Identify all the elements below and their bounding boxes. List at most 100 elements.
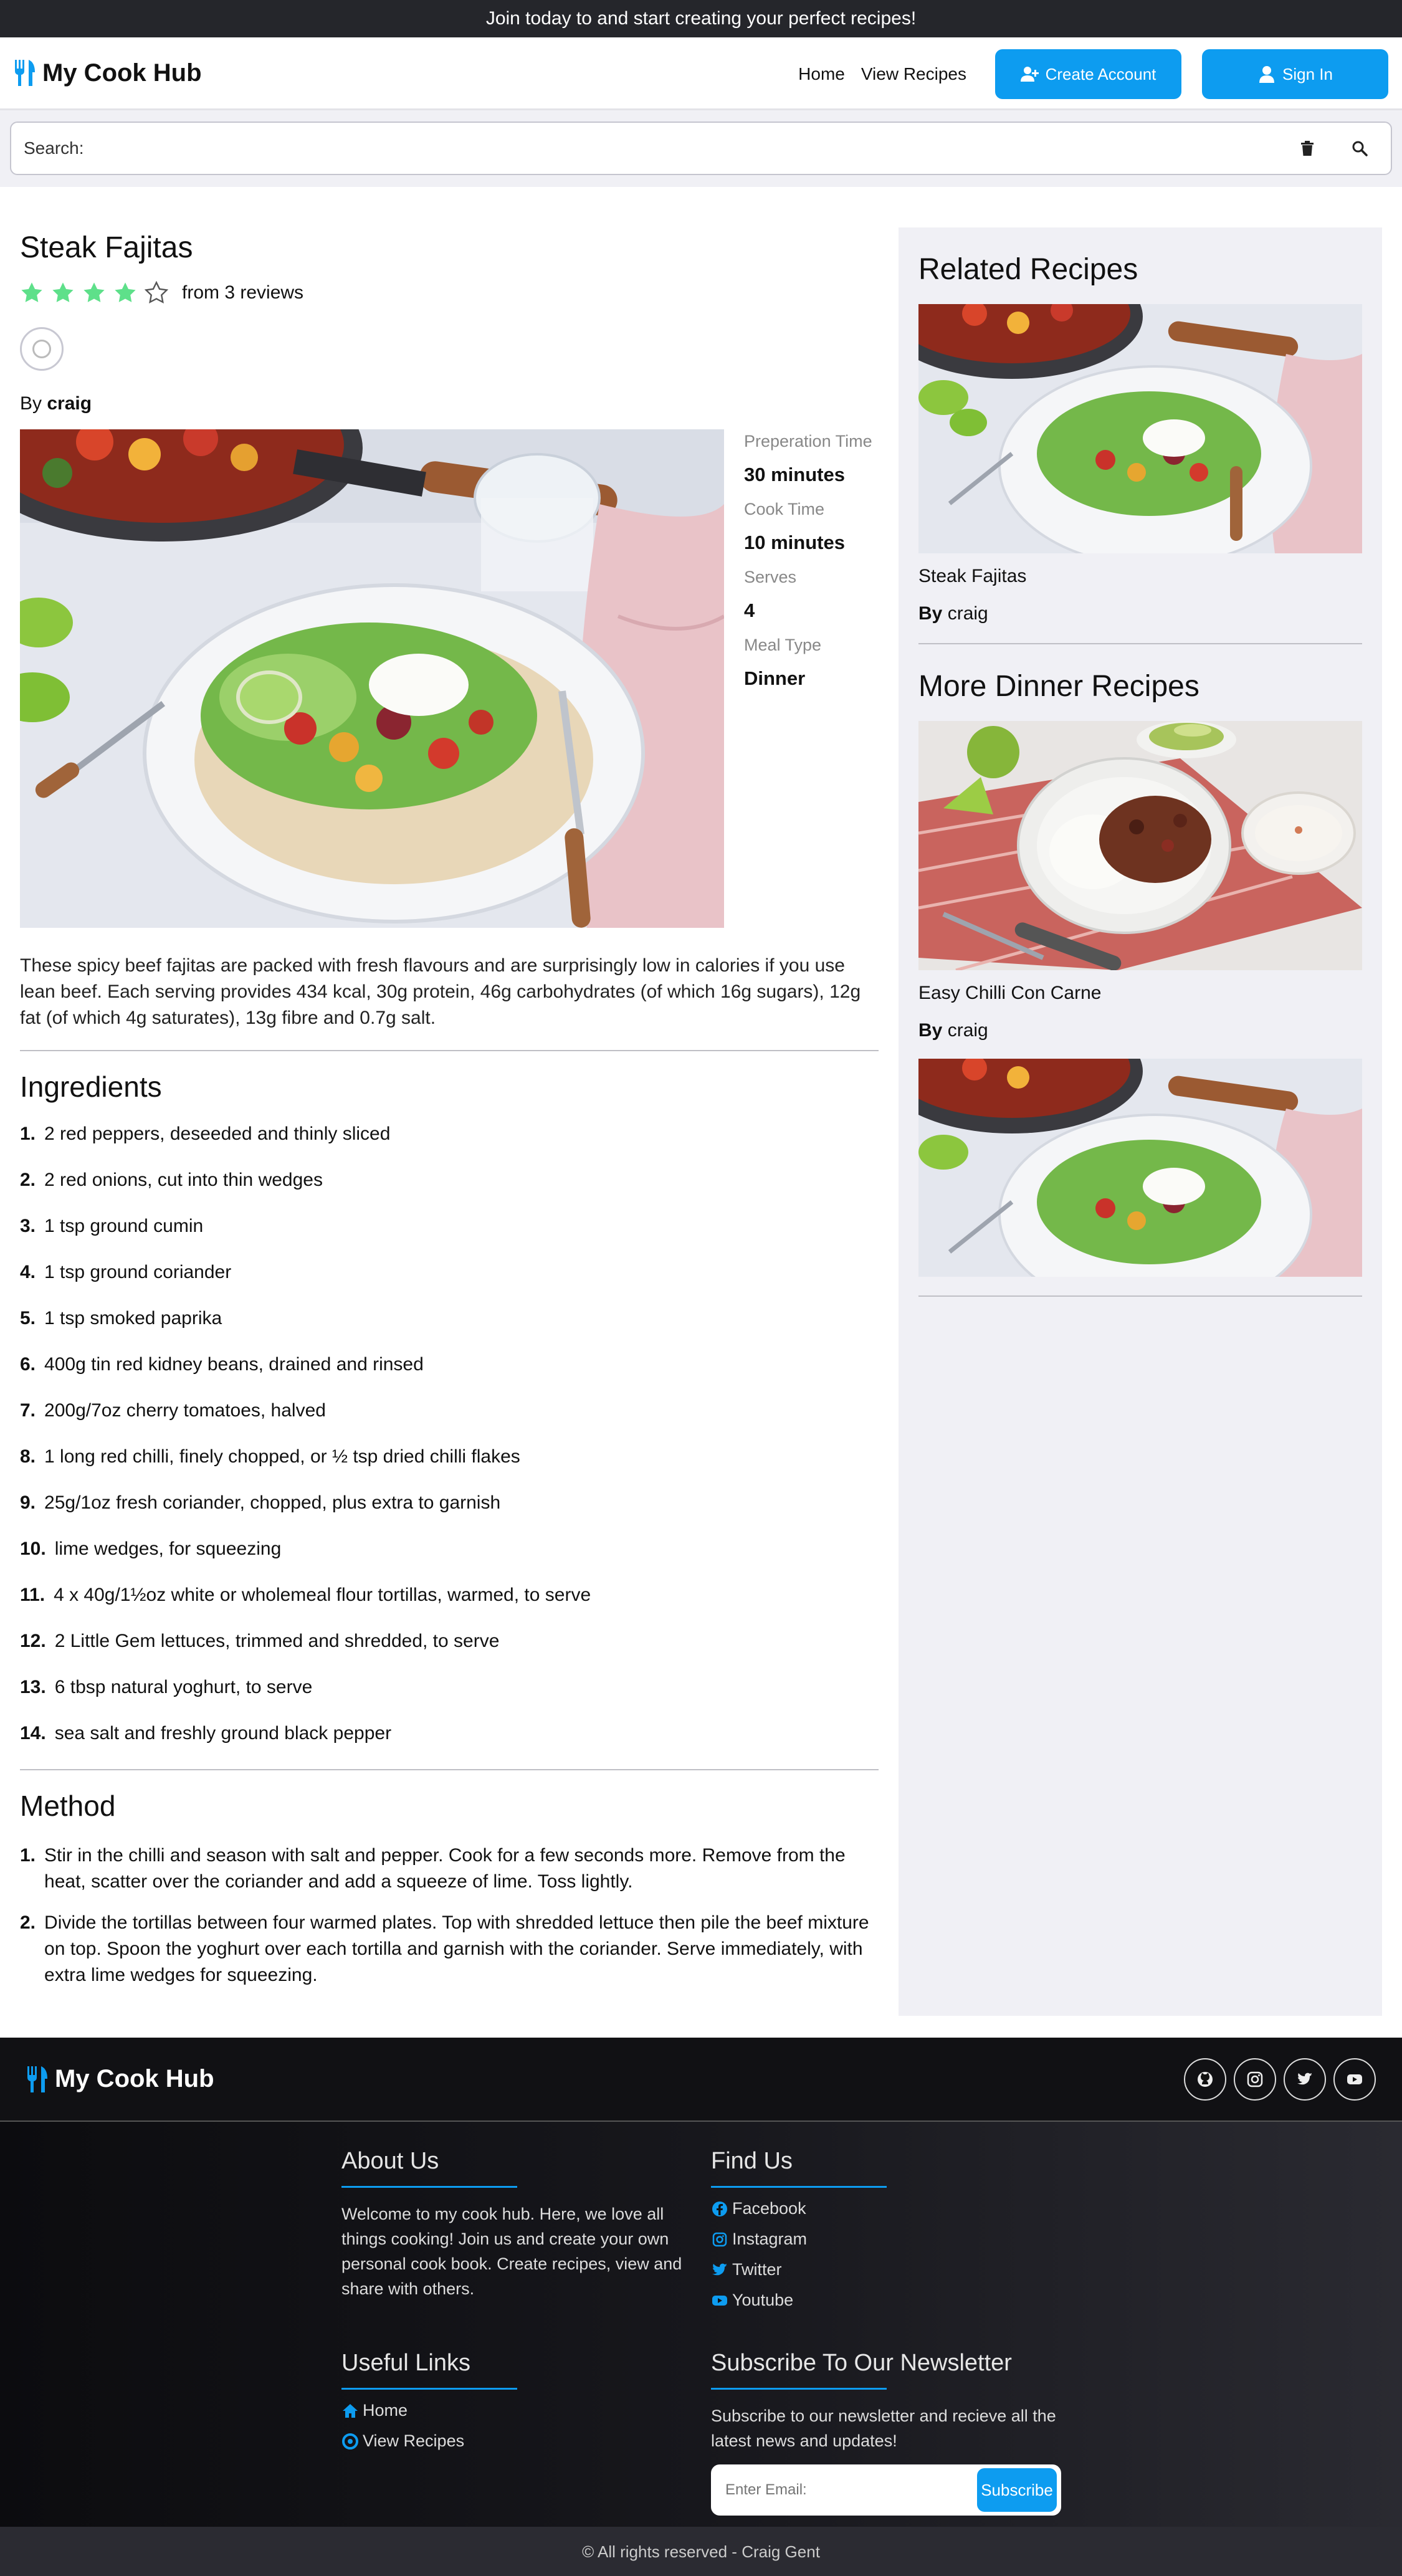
star-filled-icon[interactable] [20,281,44,305]
github-button[interactable] [1184,2058,1226,2101]
search-button[interactable] [1341,130,1378,167]
footer-brand-name: My Cook Hub [55,2065,214,2092]
search-box: Search: [10,122,1392,175]
nav-view-recipes-link[interactable]: View Recipes [861,64,966,84]
recipe-sidebar: Related Recipes Steak Fajitas By craig M… [899,227,1382,2016]
nav-links: Home View Recipes Create Account Sign In [798,49,1388,99]
divider [20,1769,879,1770]
footer-main: About Us Welcome to my cook hub. Here, w… [0,2122,1402,2527]
heading-underline [711,2186,887,2188]
footer-home-link[interactable]: Home [341,2401,690,2420]
ingredient-item: 2. 2 red onions, cut into thin wedges [20,1170,323,1190]
subscribe-button[interactable]: Subscribe [977,2468,1057,2512]
ingredient-item: 12. 2 Little Gem lettuces, trimmed and sh… [20,1631,500,1651]
ingredient-item: 10. lime wedges, for squeezing [20,1538,282,1559]
youtube-icon [1347,2074,1362,2084]
ingredient-item: 14. sea salt and freshly ground black pep… [20,1723,392,1744]
ingredient-item: 4. 1 tsp ground coriander [20,1262,232,1282]
footer-view-recipes-link[interactable]: View Recipes [341,2431,690,2451]
create-account-button[interactable]: Create Account [995,49,1181,99]
utensils-icon [15,60,35,86]
heading-underline [341,2388,517,2390]
footer-brand[interactable]: My Cook Hub [26,2065,214,2094]
more-dinner-recipes-title: More Dinner Recipes [918,670,1199,703]
circle-dot-icon [342,2433,358,2450]
author-name[interactable]: craig [948,603,988,624]
ingredient-item: 8. 1 long red chilli, finely chopped, or … [20,1446,520,1467]
twitter-icon [712,2263,727,2275]
brand-name: My Cook Hub [42,59,202,87]
star-empty-icon[interactable] [145,281,168,305]
twitter-link[interactable]: Twitter [711,2260,1060,2279]
github-icon [1198,2071,1213,2087]
social-links [1184,2058,1376,2101]
footer-top: My Cook Hub [0,2038,1402,2122]
twitter-button[interactable] [1284,2058,1326,2101]
more-recipe-author: By craig [918,1020,1362,1041]
promo-banner-text: Join today to and start creating your pe… [485,8,917,29]
youtube-link[interactable]: Youtube [711,2291,1060,2310]
ingredient-item: 11. 4 x 40g/1½oz white or wholemeal flour… [20,1585,591,1605]
method-step: 1. Stir in the chilli and season with sal… [20,1845,846,1892]
find-us-section: Find Us Facebook Instagram Twitter Youtu… [711,2148,1060,2310]
trash-icon [1301,141,1314,156]
twitter-icon [1297,2073,1312,2084]
ingredient-item: 7. 200g/7oz cherry tomatoes, halved [20,1400,326,1421]
search-icon [1352,141,1368,156]
about-section: About Us Welcome to my cook hub. Here, w… [341,2148,690,2301]
related-recipes-title: Related Recipes [918,253,1138,286]
copyright: © All rights reserved - Craig Gent [0,2527,1402,2576]
clear-search-button[interactable] [1289,130,1326,167]
youtube-icon [712,2295,727,2306]
circle-icon [32,340,51,358]
related-recipe-photo[interactable] [918,304,1362,553]
by-prefix: By [918,603,943,624]
instagram-link[interactable]: Instagram [711,2230,1060,2249]
brand-logo[interactable]: My Cook Hub [14,59,202,87]
method-list: 1. Stir in the chilli and season with sal… [20,1843,879,1988]
star-filled-icon[interactable] [51,281,75,305]
search-input[interactable] [88,130,1289,167]
user-plus-icon [1020,67,1039,82]
heading-underline [711,2388,887,2390]
favorite-button[interactable] [20,327,64,371]
promo-banner: Join today to and start creating your pe… [0,0,1402,37]
email-input[interactable] [715,2469,977,2511]
prep-time-value: 30 minutes [744,464,845,485]
recipe-author: By craig [20,393,879,414]
by-prefix: By [20,393,42,414]
author-name[interactable]: craig [948,1020,988,1041]
more-recipe-photo[interactable] [918,721,1362,970]
search-label: Search: [24,138,84,158]
find-us-title: Find Us [711,2148,793,2174]
ingredient-item: 13. 6 tbsp natural yoghurt, to serve [20,1677,313,1697]
related-recipe-name[interactable]: Steak Fajitas [918,566,1362,587]
author-name[interactable]: craig [47,393,92,414]
facebook-icon [712,2201,727,2216]
meal-type-value: Dinner [744,667,806,689]
newsletter-text: Subscribe to our newsletter and recieve … [711,2407,1056,2450]
star-rating: from 3 reviews [20,281,879,305]
divider [20,1050,879,1051]
ingredients-title: Ingredients [20,1071,162,1103]
ingredient-item: 9. 25g/1oz fresh coriander, chopped, plus… [20,1492,501,1513]
method-step: 2. Divide the tortillas between four warm… [20,1912,869,1985]
nav-home-link[interactable]: Home [798,64,845,84]
recipe-meta: Preperation Time 30 minutes Cook Time 10… [744,429,872,928]
star-filled-icon[interactable] [113,281,137,305]
divider [918,643,1362,644]
instagram-button[interactable] [1234,2058,1276,2101]
ingredient-item: 1. 2 red peppers, deseeded and thinly sli… [20,1123,391,1144]
ingredient-item: 5. 1 tsp smoked paprika [20,1308,222,1329]
sign-in-button[interactable]: Sign In [1202,49,1388,99]
facebook-link[interactable]: Facebook [711,2199,1060,2218]
by-prefix: By [918,1020,943,1041]
star-filled-icon[interactable] [82,281,106,305]
more-recipe-photo[interactable] [918,1059,1362,1277]
utensils-icon [27,2066,47,2092]
more-recipe-name[interactable]: Easy Chilli Con Carne [918,983,1362,1004]
youtube-button[interactable] [1333,2058,1376,2101]
newsletter-title: Subscribe To Our Newsletter [711,2350,1012,2376]
divider [918,1295,1362,1297]
navbar: My Cook Hub Home View Recipes Create Acc… [0,37,1402,110]
